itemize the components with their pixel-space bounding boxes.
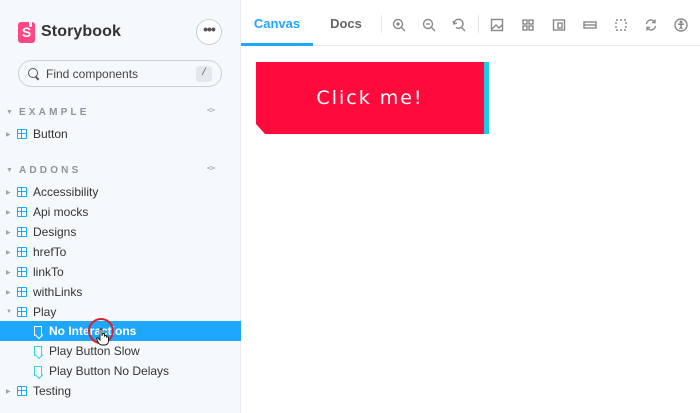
component-icon (17, 247, 27, 257)
tree-item-play-button-no-delays[interactable]: Play Button No Delays (0, 361, 241, 381)
tree-item-linkto[interactable]: ▶ linkTo (0, 262, 241, 282)
background-icon[interactable] (490, 18, 504, 32)
section-title-addons[interactable]: ▼ ADDONS (6, 163, 81, 177)
component-icon (17, 307, 27, 317)
caret-right-icon: ▶ (6, 209, 11, 216)
section-title-example[interactable]: ▼ EXAMPLE (6, 105, 90, 119)
search-shortcut-key: / (196, 66, 212, 82)
caret-right-icon: ▶ (6, 269, 11, 276)
tree-item-accessibility[interactable]: ▶ Accessibility (0, 182, 241, 202)
brand-name: Storybook (41, 23, 122, 40)
caret-down-icon: ▼ (6, 108, 13, 116)
bookmark-icon (34, 326, 42, 336)
component-icon (17, 386, 27, 396)
tree-item-button[interactable]: ▶ Button (0, 124, 241, 144)
zoom-in-icon[interactable] (392, 18, 406, 32)
caret-right-icon: ▶ (6, 131, 11, 138)
caret-right-icon: ▶ (6, 189, 11, 196)
outline-icon[interactable] (614, 18, 628, 32)
tree-item-label: No Interactions (49, 324, 137, 338)
tree-item-label: Testing (33, 384, 72, 398)
tree-item-hrefto[interactable]: ▶ hrefTo (0, 242, 241, 262)
tab-canvas[interactable]: Canvas (241, 0, 313, 46)
component-icon (17, 227, 27, 237)
search-box[interactable]: / (18, 60, 222, 87)
grid-icon[interactable] (521, 18, 535, 32)
expand-collapse-icon[interactable]: ︿ ﹀ (206, 104, 216, 119)
remount-icon[interactable] (644, 18, 658, 32)
toolbar-divider (478, 15, 479, 33)
sidebar: S Storybook ••• / ▼ EXAMPLE ︿﹀ ▶ Button … (0, 0, 241, 413)
toolbar-divider (381, 15, 382, 33)
bookmark-icon (34, 346, 42, 356)
viewport-icon[interactable] (552, 18, 566, 32)
click-me-button-label: Click me! (316, 87, 424, 109)
menu-button[interactable]: ••• (196, 19, 222, 45)
caret-right-icon: ▶ (6, 249, 11, 256)
tree-item-label: Play (33, 305, 57, 319)
tree-item-play[interactable]: ▼ Play (0, 302, 241, 322)
component-icon (17, 267, 27, 277)
hand-cursor-icon (96, 328, 109, 346)
a11y-icon[interactable] (674, 18, 688, 32)
click-me-button[interactable]: Click me! (256, 62, 489, 134)
tree-item-testing[interactable]: ▶ Testing (0, 381, 241, 401)
zoom-reset-icon[interactable] (452, 18, 466, 32)
tree-item-label: Designs (33, 225, 77, 239)
brand[interactable]: S Storybook (18, 20, 121, 44)
tree-item-label: withLinks (33, 285, 83, 299)
tree-item-label: Api mocks (33, 205, 89, 219)
caret-right-icon: ▶ (6, 388, 11, 395)
search-icon (27, 67, 40, 80)
tree-item-label: Button (33, 127, 68, 141)
toolbar: Canvas Docs (241, 0, 700, 46)
component-icon (17, 129, 27, 139)
tree-item-api-mocks[interactable]: ▶ Api mocks (0, 202, 241, 222)
button-edge-accent (484, 62, 489, 134)
measure-icon[interactable] (583, 18, 597, 32)
tree-item-label: Accessibility (33, 185, 99, 199)
component-icon (17, 287, 27, 297)
tree-item-label: hrefTo (33, 245, 67, 259)
tab-docs[interactable]: Docs (317, 0, 375, 46)
tree-item-designs[interactable]: ▶ Designs (0, 222, 241, 242)
tree-item-no-interactions[interactable]: No Interactions (0, 321, 241, 341)
expand-collapse-icon[interactable]: ︿ ﹀ (206, 162, 216, 177)
tree-item-label: Play Button Slow (49, 344, 140, 358)
caret-down-icon: ▼ (6, 309, 12, 315)
tree-item-play-button-slow[interactable]: Play Button Slow (0, 341, 241, 361)
zoom-out-icon[interactable] (422, 18, 436, 32)
tree-item-label: linkTo (33, 265, 64, 279)
component-icon (17, 207, 27, 217)
bookmark-icon (34, 366, 42, 376)
storybook-logo-icon: S (18, 20, 35, 43)
caret-right-icon: ▶ (6, 289, 11, 296)
component-icon (17, 187, 27, 197)
tree-item-label: Play Button No Delays (49, 364, 170, 378)
tree-item-withlinks[interactable]: ▶ withLinks (0, 282, 241, 302)
caret-right-icon: ▶ (6, 229, 11, 236)
search-input[interactable] (46, 66, 196, 81)
caret-down-icon: ▼ (6, 166, 13, 174)
